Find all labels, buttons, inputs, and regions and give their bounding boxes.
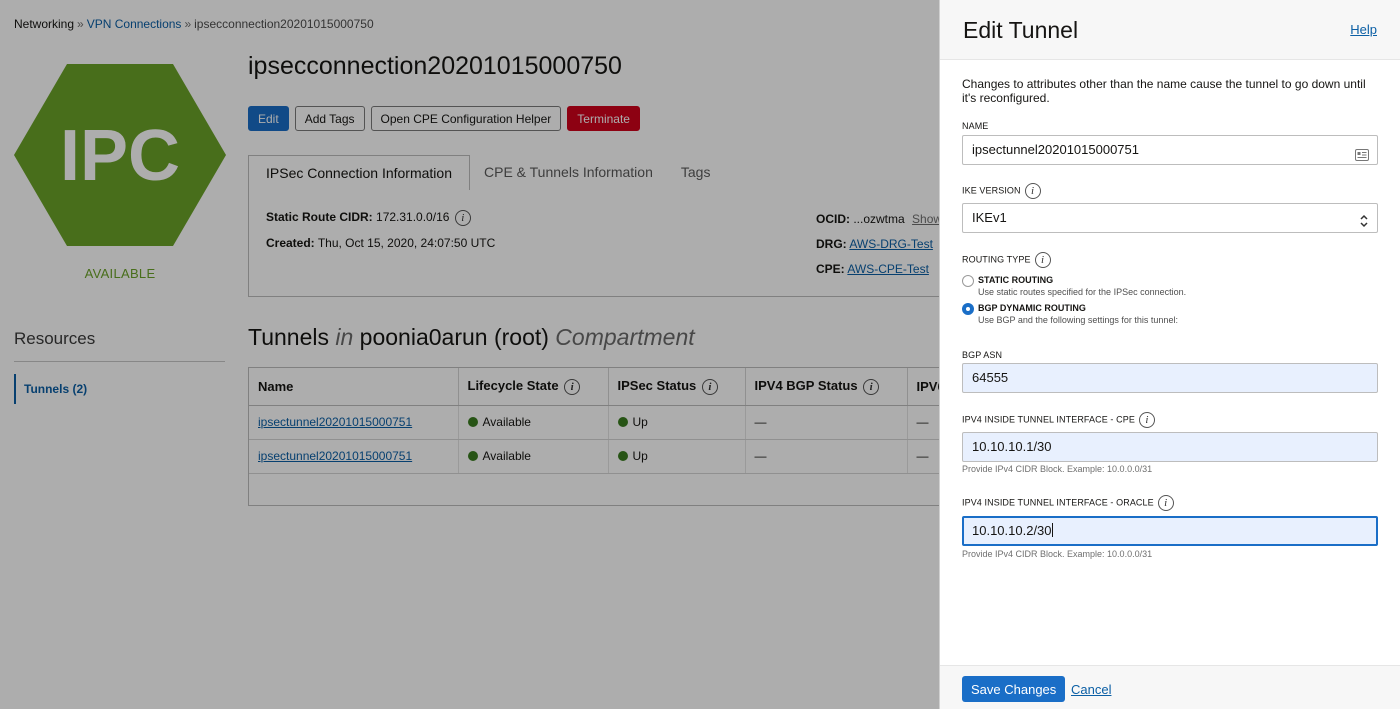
select-chevron-icon bbox=[1359, 210, 1369, 238]
info-icon[interactable]: i bbox=[1157, 495, 1174, 511]
help-link[interactable]: Help bbox=[1350, 22, 1377, 37]
panel-footer: Save Changes Cancel bbox=[940, 665, 1400, 709]
text-cursor bbox=[1051, 523, 1053, 537]
warning-note: Changes to attributes other than the nam… bbox=[962, 77, 1366, 105]
cpe-interface-input[interactable]: 10.10.10.1/30 bbox=[962, 432, 1378, 462]
routing-type-label: ROUTING TYPE i bbox=[962, 252, 1051, 268]
name-label: NAME bbox=[962, 121, 989, 131]
cpe-interface-value: 10.10.10.1/30 bbox=[972, 439, 1052, 454]
name-field-value: ipsectunnel20201015000751 bbox=[972, 142, 1139, 157]
radio-bgp-title: BGP DYNAMIC ROUTING bbox=[978, 303, 1086, 313]
name-field[interactable]: ipsectunnel20201015000751 bbox=[962, 135, 1378, 165]
ike-version-value: IKEv1 bbox=[972, 210, 1007, 225]
radio-bgp-dynamic-routing[interactable]: BGP DYNAMIC ROUTING Use BGP and the foll… bbox=[962, 302, 1178, 326]
oracle-interface-label: IPV4 INSIDE TUNNEL INTERFACE - ORACLE i bbox=[962, 495, 1174, 511]
panel-title: Edit Tunnel bbox=[963, 17, 1079, 43]
radio-button-selected[interactable] bbox=[962, 303, 974, 315]
bgp-asn-input[interactable]: 64555 bbox=[962, 363, 1378, 393]
oracle-interface-hint: Provide IPv4 CIDR Block. Example: 10.0.0… bbox=[962, 549, 1153, 559]
cancel-link[interactable]: Cancel bbox=[1071, 682, 1111, 697]
info-icon[interactable]: i bbox=[1034, 252, 1051, 268]
cpe-interface-hint: Provide IPv4 CIDR Block. Example: 10.0.0… bbox=[962, 464, 1153, 474]
ike-version-label: IKE VERSION i bbox=[962, 183, 1041, 199]
oracle-interface-value: 10.10.10.2/30 bbox=[972, 523, 1052, 538]
radio-bgp-desc: Use BGP and the following settings for t… bbox=[978, 315, 1178, 325]
info-icon[interactable]: i bbox=[1024, 183, 1041, 199]
bgp-asn-label: BGP ASN bbox=[962, 350, 1003, 360]
edit-tunnel-panel: Edit Tunnel Help Changes to attributes o… bbox=[939, 0, 1400, 709]
bgp-asn-value: 64555 bbox=[972, 370, 1009, 385]
ike-version-select[interactable]: IKEv1 bbox=[962, 203, 1378, 233]
radio-static-title: STATIC ROUTING bbox=[978, 275, 1054, 285]
contact-card-icon bbox=[1355, 143, 1369, 171]
info-icon[interactable]: i bbox=[1138, 412, 1155, 428]
save-changes-button[interactable]: Save Changes bbox=[962, 676, 1066, 702]
radio-static-desc: Use static routes specified for the IPSe… bbox=[978, 287, 1187, 297]
radio-static-routing[interactable]: STATIC ROUTING Use static routes specifi… bbox=[962, 274, 1186, 298]
oracle-interface-input[interactable]: 10.10.10.2/30 bbox=[962, 516, 1378, 546]
modal-backdrop[interactable] bbox=[0, 0, 939, 709]
radio-button[interactable] bbox=[962, 275, 974, 287]
panel-header: Edit Tunnel Help bbox=[940, 0, 1400, 60]
cpe-interface-label: IPV4 INSIDE TUNNEL INTERFACE - CPE i bbox=[962, 412, 1155, 428]
